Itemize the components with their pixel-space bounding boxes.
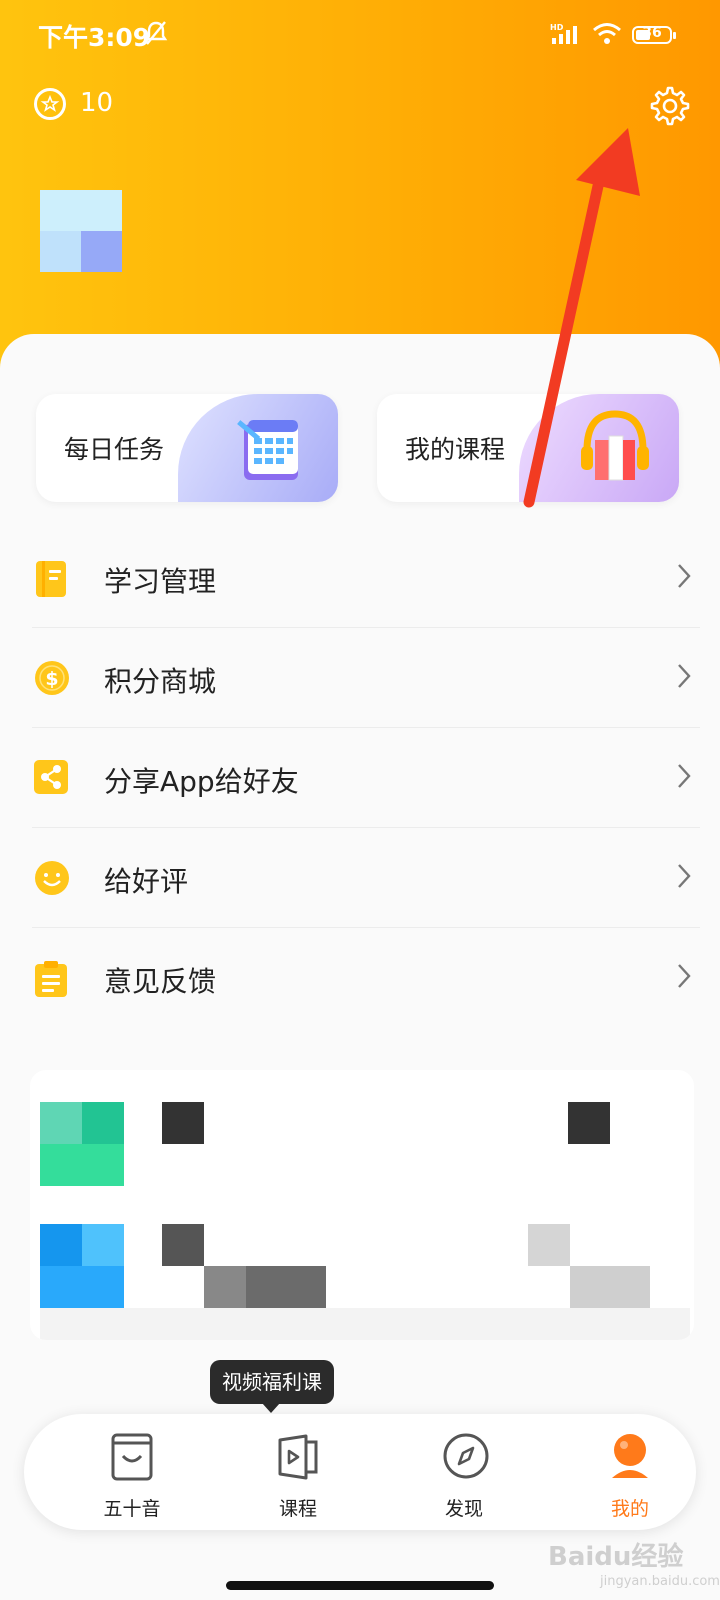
chevron-right-icon (678, 664, 691, 688)
coin-count[interactable]: 10 (80, 88, 113, 118)
notebook-icon (36, 561, 66, 597)
card-label: 每日任务 (64, 435, 165, 464)
video-course-icon (278, 1434, 318, 1480)
tab-fifty-sounds[interactable]: 五十音 (72, 1414, 192, 1530)
clipboard-icon (35, 961, 67, 997)
menu-label: 意见反馈 (104, 965, 217, 998)
coin-icon[interactable] (34, 88, 66, 120)
status-time: 下午3:09 (38, 23, 151, 52)
menu-item-give-rating[interactable]: 给好评 (0, 828, 720, 928)
avatar[interactable] (40, 190, 122, 272)
my-courses-card[interactable]: 我的课程 (377, 394, 679, 502)
bell-muted-icon (144, 21, 168, 45)
compass-icon (443, 1433, 489, 1479)
baidu-watermark: Baidu经验 (548, 1542, 684, 1572)
wifi-icon (593, 23, 621, 44)
card-label: 我的课程 (405, 435, 506, 464)
dollar-coin-icon: $ (35, 661, 69, 695)
battery-icon: 36 (632, 25, 676, 44)
menu-item-feedback[interactable]: 意见反馈 (0, 928, 720, 1028)
kana-book-icon (111, 1433, 153, 1481)
menu-label: 学习管理 (104, 565, 217, 598)
chevron-right-icon (678, 564, 691, 588)
tab-label: 发现 (444, 1498, 483, 1520)
chevron-right-icon (678, 764, 691, 788)
menu-label: 给好评 (104, 865, 189, 898)
menu-item-share-app[interactable]: 分享App给好友 (0, 728, 720, 828)
baidu-watermark-url: jingyan.baidu.com (600, 1574, 720, 1589)
tab-discover[interactable]: 发现 (404, 1414, 524, 1530)
signal-icon: HD (550, 23, 577, 44)
user-avatar-icon (612, 1434, 648, 1478)
calendar-icon (237, 420, 298, 480)
bottom-tab-bar: 五十音 课程 发现 我的 (24, 1414, 696, 1530)
books-headphones-icon (581, 410, 649, 481)
menu-label: 分享App给好友 (104, 765, 299, 798)
promo-card-pixelated[interactable] (30, 1070, 694, 1340)
network-type: HD (550, 23, 564, 32)
smiley-icon (35, 861, 69, 895)
share-icon (34, 760, 68, 794)
home-indicator[interactable] (226, 1581, 494, 1590)
menu-item-points-mall[interactable]: $ 积分商城 (0, 628, 720, 728)
tab-mine[interactable]: 我的 (570, 1414, 690, 1530)
daily-task-card[interactable]: 每日任务 (36, 394, 338, 502)
video-welfare-tooltip[interactable]: 视频福利课 (210, 1360, 334, 1413)
chevron-right-icon (678, 964, 691, 988)
tab-label: 五十音 (103, 1498, 161, 1520)
status-bar: 下午3:09 HD 36 (0, 0, 720, 70)
tab-label: 课程 (278, 1498, 317, 1520)
menu-item-study-management[interactable]: 学习管理 (0, 528, 720, 628)
battery-level: 36 (642, 25, 662, 41)
menu-label: 积分商城 (104, 665, 217, 698)
chevron-right-icon (678, 864, 691, 888)
tab-courses[interactable]: 课程 (238, 1414, 358, 1530)
svg-text:$: $ (45, 668, 58, 690)
tab-label: 我的 (610, 1498, 649, 1520)
settings-gear-icon[interactable] (648, 84, 692, 128)
